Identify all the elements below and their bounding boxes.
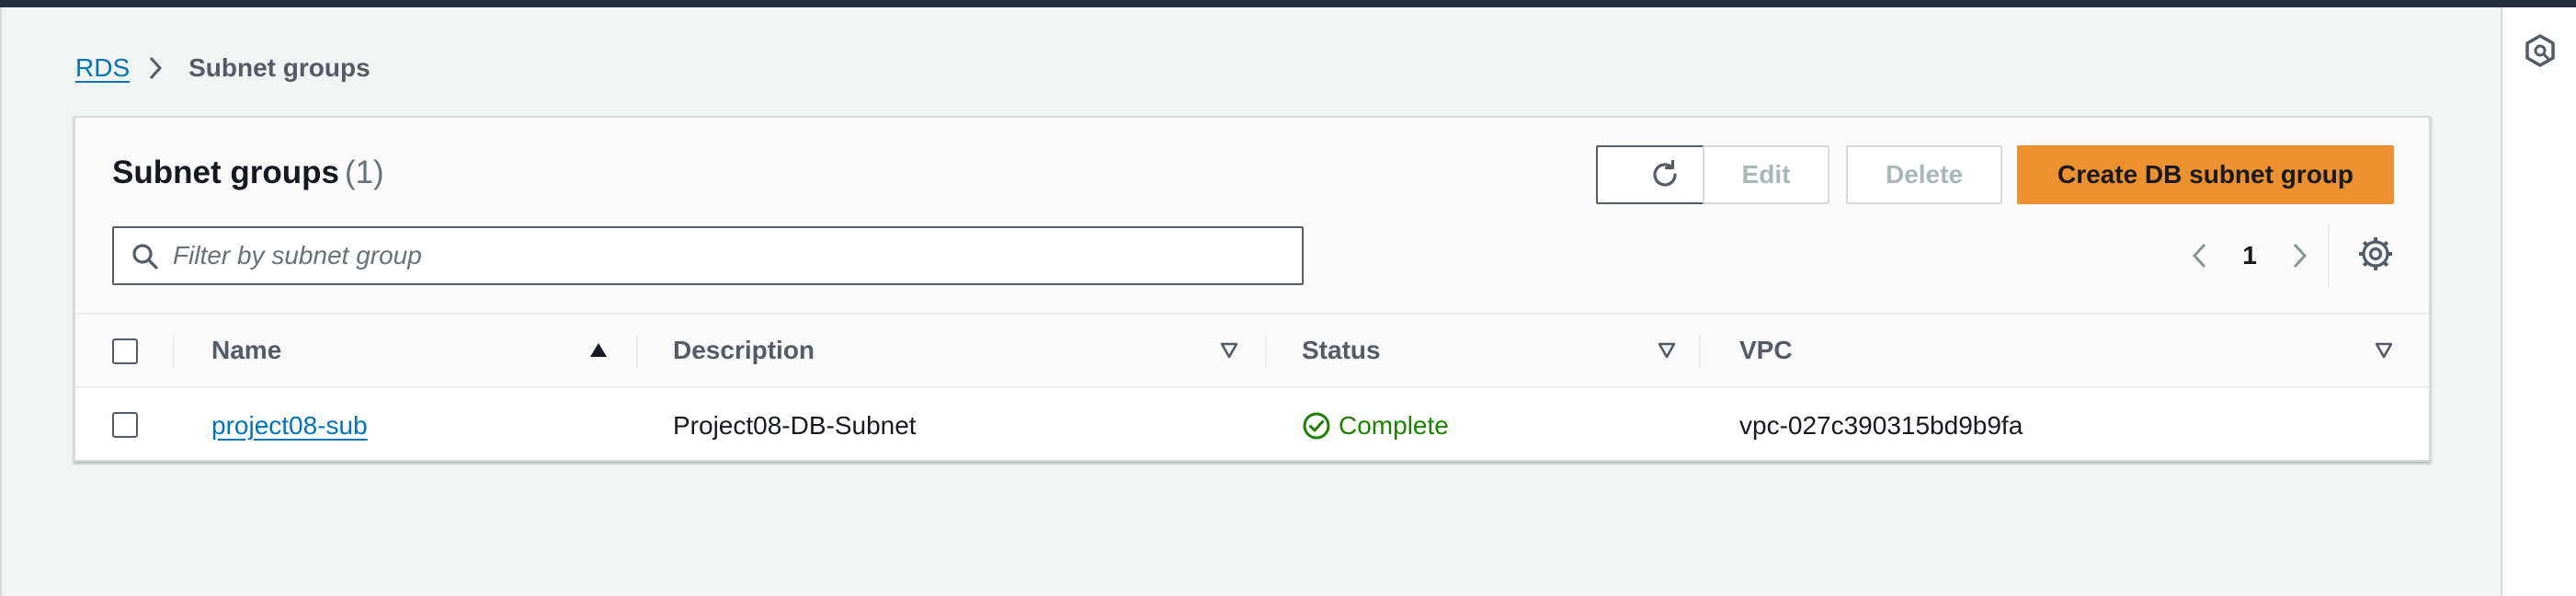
breadcrumb-current: Subnet groups [188, 53, 370, 82]
sort-descending-icon[interactable] [1657, 340, 1677, 361]
column-divider [1699, 335, 1701, 368]
table-row: project08-sub Project08-DB-Subnet Comple… [75, 390, 2429, 462]
row-select-checkbox[interactable] [112, 412, 138, 438]
status-text: Complete [1339, 411, 1449, 440]
column-header-status[interactable]: Status [1302, 315, 1381, 386]
status-badge: Complete [1302, 390, 1449, 462]
column-header-vpc[interactable]: VPC [1739, 315, 1793, 386]
breadcrumb-rds-link[interactable]: RDS [75, 53, 130, 83]
panel-title-text: Subnet groups [112, 155, 339, 190]
filter-search-box [112, 226, 1304, 285]
chevron-right-icon[interactable] [2282, 235, 2319, 276]
page-title: Subnet groups (1) [112, 155, 384, 191]
sort-ascending-icon[interactable] [588, 340, 609, 361]
column-header-description[interactable]: Description [673, 315, 815, 386]
column-divider [1265, 335, 1267, 368]
help-panel-icon[interactable] [2523, 33, 2558, 68]
edit-button[interactable]: Edit [1703, 145, 1829, 204]
top-navigation-bar [0, 0, 2576, 7]
pagination: 1 [2181, 235, 2319, 276]
table-header: Name Description Status VPC [75, 315, 2429, 388]
create-db-subnet-group-button[interactable]: Create DB subnet group [2017, 145, 2394, 204]
pagination-divider [2328, 224, 2330, 287]
select-all-checkbox[interactable] [112, 338, 138, 364]
sort-descending-icon[interactable] [1219, 340, 1239, 361]
vpc-id: vpc-027c390315bd9b9fa [1739, 411, 2023, 440]
current-page-number[interactable]: 1 [2217, 241, 2282, 270]
search-icon [132, 244, 158, 269]
column-divider [173, 335, 175, 368]
column-divider [636, 335, 638, 368]
sort-descending-icon[interactable] [2374, 340, 2394, 361]
filter-input[interactable] [173, 228, 1276, 283]
refresh-icon [1653, 159, 1677, 187]
panel-item-count: (1) [344, 155, 384, 190]
subnet-group-name-link[interactable]: project08-sub [211, 390, 368, 462]
tools-panel [2501, 7, 2576, 596]
status-success-icon [1303, 412, 1330, 440]
subnet-groups-panel: Subnet groups (1) Edit Delete Create DB s… [74, 116, 2431, 462]
panel-header: Subnet groups (1) Edit Delete Create DB s… [75, 118, 2429, 315]
settings-gear-icon[interactable] [2357, 235, 2394, 272]
delete-button[interactable]: Delete [1846, 145, 2002, 204]
chevron-left-icon[interactable] [2181, 235, 2217, 276]
left-edge-divider [0, 7, 2, 596]
column-header-name[interactable]: Name [211, 315, 281, 386]
breadcrumb: RDS Subnet groups [75, 50, 370, 86]
subnet-group-description: Project08-DB-Subnet [673, 411, 917, 440]
breadcrumb-chevron-icon [148, 54, 168, 82]
